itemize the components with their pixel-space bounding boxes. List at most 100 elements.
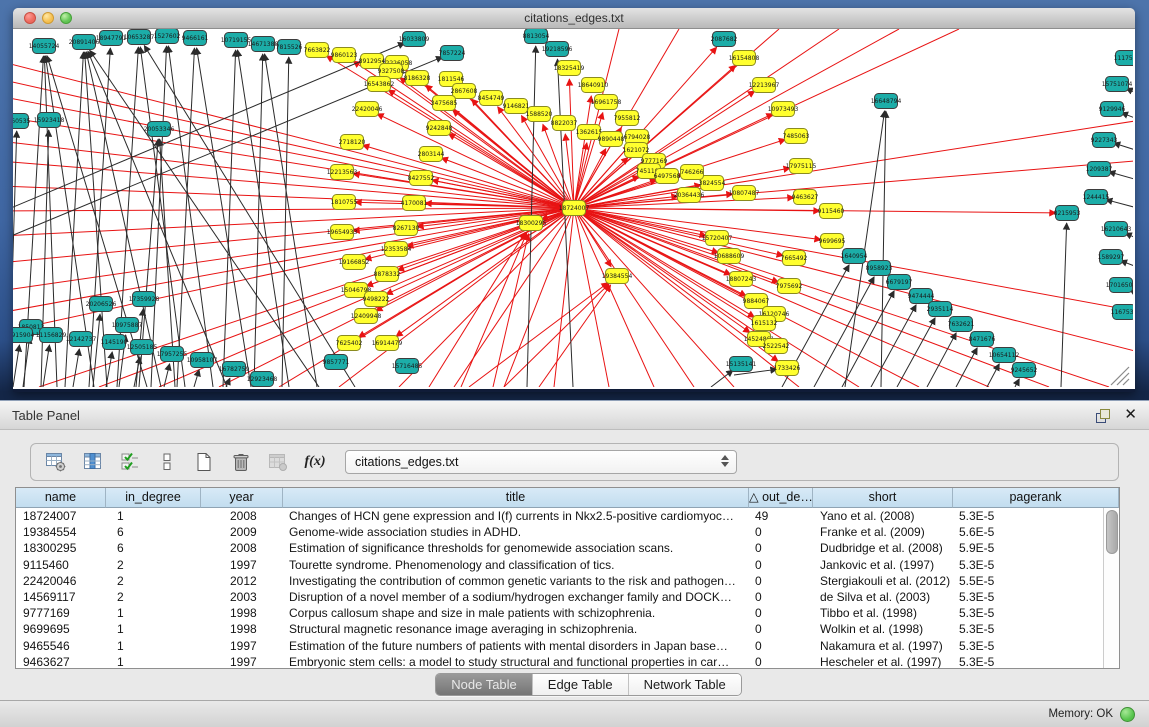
graph-node[interactable]: 14671388 [248,37,279,52]
graph-node[interactable]: 1640954 [841,249,868,264]
graph-node[interactable]: 12923468 [247,372,278,387]
graph-node[interactable]: 7815526 [276,40,303,55]
graph-node[interactable]: 7625402 [336,336,363,351]
show-columns-icon[interactable] [80,450,106,474]
graph-node[interactable]: 7857224 [439,46,466,61]
delete-trash-icon[interactable] [228,450,254,474]
graph-node[interactable]: 10654112 [989,348,1020,363]
graph-node[interactable]: 16961758 [591,95,622,110]
graph-node[interactable]: 8215953 [1054,206,1081,221]
graph-node[interactable]: 15716485 [392,359,423,374]
new-column-icon[interactable] [191,450,217,474]
graph-node[interactable]: 6497568 [654,169,681,184]
graph-node[interactable]: 1145190 [101,335,128,350]
column-header[interactable]: title [283,488,749,508]
graph-node[interactable]: 2522542 [763,339,790,354]
graph-node[interactable]: 8267130 [393,221,420,236]
graph-node[interactable]: 7975692 [776,279,803,294]
table-row[interactable]: 946554611997Estimation of the future num… [16,638,1119,654]
graph-node[interactable]: 9890448 [598,132,625,147]
graph-node[interactable]: 1527602 [154,29,181,44]
graph-node[interactable]: 9699695 [819,234,846,249]
window-titlebar[interactable]: citations_edges.txt [13,8,1135,29]
graph-node[interactable]: 1244415 [1083,190,1110,205]
row-height-icon[interactable] [154,450,180,474]
function-builder-icon[interactable]: f(x) [302,450,328,474]
graph-node[interactable]: 8958923 [866,261,893,276]
table-scrollbar[interactable] [1103,508,1119,668]
graph-node[interactable]: 18300295 [516,216,547,231]
graph-node[interactable]: 16914479 [372,336,403,351]
graph-node[interactable]: 8878332 [374,267,401,282]
graph-node[interactable]: 6679197 [886,275,913,290]
graph-node[interactable]: 10807487 [729,186,760,201]
graph-node[interactable]: 2803144 [418,147,445,162]
graph-node[interactable]: 7665492 [781,251,808,266]
column-header[interactable]: △ out_de… [749,488,813,508]
graph-node[interactable]: 19654933 [327,225,358,240]
graph-node[interactable]: 1588520 [526,107,553,122]
graph-node[interactable]: 9227343 [1091,133,1118,148]
column-header[interactable]: year [201,488,283,508]
graph-node[interactable]: 16210643 [1101,222,1132,237]
graph-node[interactable]: 3915904 [13,328,35,343]
graph-node[interactable]: 19384554 [602,269,633,284]
table-row[interactable]: 969969511998Structural magnetic resonanc… [16,621,1119,637]
graph-node[interactable]: 8186328 [404,71,431,86]
graph-node[interactable]: 9129946 [1099,102,1126,117]
graph-node[interactable]: 9245652 [1011,363,1038,378]
graph-node[interactable]: 1209387 [1086,162,1113,177]
graph-node[interactable]: 1117534 [1114,51,1133,66]
graph-node[interactable]: 2935114 [927,302,954,317]
graph-node[interactable]: 2060535 [13,114,31,129]
column-header[interactable]: pagerank [953,488,1119,508]
graph-node[interactable]: 22420046 [352,102,383,117]
graph-node[interactable]: 9860123 [331,48,358,63]
graph-node[interactable]: 15751074 [1102,77,1133,92]
graph-node[interactable]: 16154808 [729,51,760,66]
graph-node[interactable]: 19166852 [339,255,370,270]
graph-node[interactable]: 10653287 [124,30,155,45]
graph-node[interactable]: 20053346 [144,122,175,137]
graph-node[interactable]: 18807243 [726,272,757,287]
table-row[interactable]: 946362711997Embryonic stem cells: a mode… [16,654,1119,669]
graph-node[interactable]: 15720407 [702,231,733,246]
graph-node[interactable]: 12505185 [127,340,158,355]
graph-node[interactable]: 10958107 [187,353,218,368]
graph-node[interactable]: 16648794 [871,94,902,109]
tab-node-table[interactable]: Node Table [436,674,533,695]
close-panel-icon[interactable]: ✕ [1124,405,1137,423]
graph-node[interactable]: 8822037 [551,116,578,131]
table-source-select[interactable]: citations_edges.txt [345,450,737,474]
graph-node[interactable]: 12353584 [381,242,412,257]
graph-node[interactable]: 19218596 [542,42,573,57]
graph-node[interactable]: 10973493 [768,102,799,117]
table-scrollbar-thumb[interactable] [1106,510,1118,554]
graph-node[interactable]: 16543862 [364,77,395,92]
memory-status-icon[interactable] [1120,707,1135,722]
graph-node[interactable]: 1589297 [1098,250,1125,265]
graph-node[interactable]: 14055724 [29,39,60,54]
graph-node[interactable]: 9498222 [363,292,390,307]
graph-node[interactable]: 1733426 [774,361,801,376]
graph-node[interactable]: 9857771 [323,355,350,370]
graph-node[interactable]: 4170081 [401,196,428,211]
graph-node[interactable]: 17975115 [786,159,817,174]
graph-node[interactable]: 9466161 [182,31,209,46]
graph-node[interactable]: 17359928 [129,292,160,307]
graph-node[interactable]: 9115460 [818,204,845,219]
column-header[interactable]: in_degree [106,488,201,508]
table-settings-icon[interactable] [43,450,69,474]
network-canvas[interactable]: 1405572420891406189477911065328715276029… [13,29,1133,387]
graph-node[interactable]: 11156829 [36,328,67,343]
column-header[interactable]: name [16,488,106,508]
graph-node[interactable]: 1810755 [331,195,358,210]
graph-node[interactable]: 8813054 [523,29,550,44]
graph-node[interactable]: 17016504 [1106,278,1133,293]
graph-node[interactable]: 12142737 [66,332,97,347]
graph-node[interactable]: 9474444 [908,289,935,304]
select-rows-icon[interactable] [117,450,143,474]
graph-node[interactable]: 17957255 [157,347,188,362]
graph-node[interactable]: 2867608 [451,84,478,99]
graph-node[interactable]: 18640910 [578,78,609,93]
